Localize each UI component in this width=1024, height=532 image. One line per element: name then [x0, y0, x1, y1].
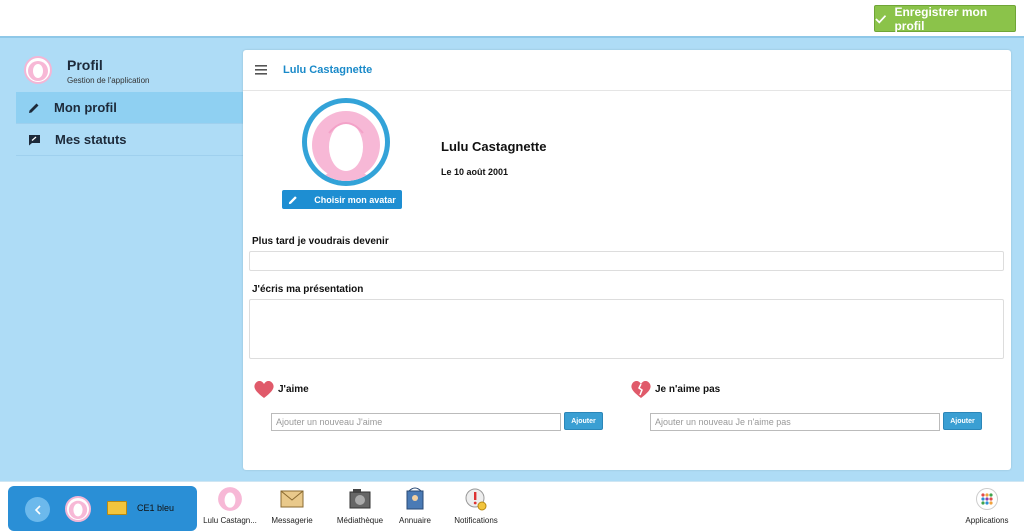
checkmark-icon	[875, 14, 887, 24]
class-name: CE1 bleu	[137, 503, 175, 513]
save-profile-button[interactable]: Enregistrer mon profil	[874, 4, 1016, 33]
pencil-icon	[289, 195, 297, 204]
app-profile[interactable]: Lulu Castagn...	[200, 486, 260, 525]
presentation-label: J'écris ma présentation	[252, 284, 364, 295]
sidebar-item-label: Mes statuts	[55, 132, 127, 147]
heart-icon	[254, 381, 274, 398]
panel-title: Lulu Castagnette	[283, 64, 373, 76]
profile-panel: Lulu Castagnette Choisir mon avatar Lulu…	[243, 50, 1011, 470]
dislikes-title: Je n'aime pas	[655, 383, 721, 395]
future-job-label: Plus tard je voudrais devenir	[252, 236, 389, 247]
app-label: Messagerie	[271, 516, 313, 525]
add-like-button[interactable]: Ajouter	[564, 412, 603, 430]
dislikes-header: Je n'aime pas	[629, 379, 720, 399]
add-dislike-button[interactable]: Ajouter	[943, 412, 982, 430]
sidebar-item-mon-profil[interactable]: Mon profil	[16, 92, 243, 124]
profile-avatar	[302, 98, 390, 186]
user-switcher: CE1 bleu	[8, 486, 197, 531]
back-button[interactable]	[25, 497, 50, 522]
avatar	[24, 56, 52, 84]
app-messagerie[interactable]: Messagerie	[262, 486, 322, 525]
sidebar: Profil Gestion de l'application Mon prof…	[16, 52, 243, 156]
app-applications[interactable]: Applications	[957, 486, 1017, 525]
app-mediatheque[interactable]: Médiathèque	[330, 486, 390, 525]
app-label: Médiathèque	[336, 516, 384, 525]
media-icon	[347, 486, 373, 512]
sidebar-item-mes-statuts[interactable]: Mes statuts	[16, 124, 243, 156]
save-profile-label: Enregistrer mon profil	[894, 4, 988, 33]
pencil-icon	[29, 103, 39, 113]
add-dislike-input[interactable]	[650, 413, 940, 431]
panel-header: Lulu Castagnette	[243, 50, 1011, 91]
future-job-input[interactable]	[249, 251, 1004, 271]
choose-avatar-button[interactable]: Choisir mon avatar	[282, 190, 402, 209]
top-bar: Enregistrer mon profil	[0, 0, 1024, 38]
taskbar: CE1 bleu Lulu Castagn... Messagerie Médi…	[0, 481, 1024, 532]
app-label: Notifications	[454, 516, 498, 525]
avatar[interactable]	[65, 496, 91, 522]
chevron-left-icon	[34, 504, 41, 515]
directory-icon	[402, 486, 428, 512]
sidebar-header: Profil Gestion de l'application	[16, 52, 243, 92]
status-icon	[29, 134, 40, 145]
app-notifications[interactable]: Notifications	[446, 486, 506, 525]
likes-header: J'aime	[252, 379, 309, 399]
envelope-icon	[279, 486, 305, 512]
sidebar-subtitle: Gestion de l'application	[67, 76, 150, 85]
apps-grid-icon	[974, 486, 1000, 512]
add-like-input[interactable]	[271, 413, 561, 431]
presentation-textarea[interactable]	[249, 299, 1004, 359]
notification-icon	[463, 486, 489, 512]
likes-title: J'aime	[278, 383, 309, 395]
app-label: Annuaire	[398, 516, 432, 525]
menu-icon[interactable]	[255, 65, 267, 75]
sidebar-item-label: Mon profil	[54, 100, 117, 115]
class-icon	[107, 501, 127, 515]
broken-heart-icon	[631, 381, 651, 398]
app-label: Applications	[965, 516, 1009, 525]
choose-avatar-label: Choisir mon avatar	[314, 194, 396, 205]
app-label: Lulu Castagn...	[203, 516, 257, 525]
sidebar-title: Profil	[67, 57, 103, 73]
birth-date: Le 10 août 2001	[441, 167, 509, 177]
avatar-icon	[217, 486, 243, 512]
user-name: Lulu Castagnette	[441, 139, 547, 154]
app-annuaire[interactable]: Annuaire	[385, 486, 445, 525]
